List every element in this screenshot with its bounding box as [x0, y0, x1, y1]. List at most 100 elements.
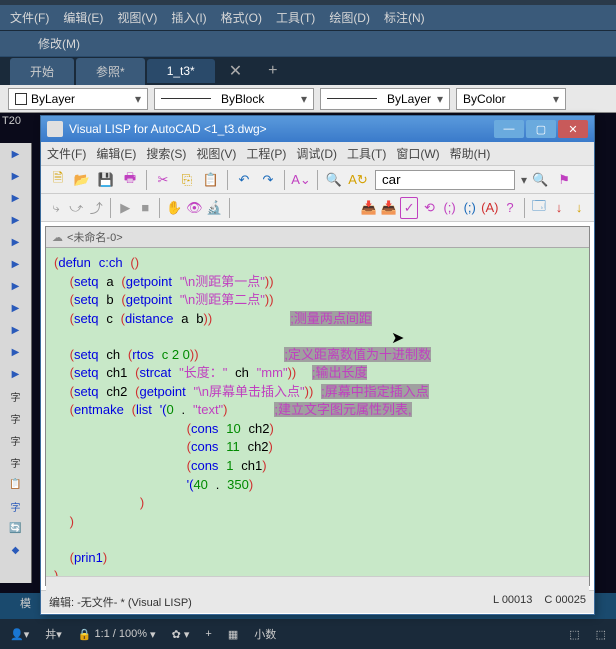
- acad-icon[interactable]: 🗔: [530, 197, 548, 219]
- help-icon[interactable]: ?: [501, 197, 519, 219]
- menu-insert[interactable]: 插入(I): [171, 9, 206, 26]
- watch-icon[interactable]: 👁: [185, 197, 203, 219]
- menu-view[interactable]: 视图(V): [117, 9, 157, 26]
- tab-add[interactable]: +: [256, 62, 289, 80]
- menu-dim[interactable]: 标注(N): [384, 9, 425, 26]
- format-icon[interactable]: ⟲: [420, 197, 438, 219]
- step-in-icon[interactable]: ⤷: [47, 197, 65, 219]
- menu-draw[interactable]: 绘图(D): [329, 9, 370, 26]
- sb-item[interactable]: ▶: [0, 209, 31, 231]
- cut-icon[interactable]: ✂: [152, 169, 174, 191]
- check-icon[interactable]: ✓: [400, 197, 418, 219]
- scale-status[interactable]: 🔒 1:1 / 100% ▾: [74, 626, 160, 643]
- copy-icon[interactable]: ⎘: [176, 169, 198, 191]
- vmenu-search[interactable]: 搜索(S): [146, 145, 186, 162]
- sb-item[interactable]: ▶: [0, 297, 31, 319]
- find-again-icon[interactable]: 🔍: [529, 169, 551, 191]
- paste-icon[interactable]: 📋: [200, 169, 222, 191]
- vmenu-project[interactable]: 工程(P): [246, 145, 286, 162]
- sb-item[interactable]: ▶: [0, 275, 31, 297]
- print-icon[interactable]: 🖶: [119, 169, 141, 191]
- comment-icon[interactable]: (;): [441, 197, 459, 219]
- add-icon[interactable]: +: [201, 626, 215, 642]
- status-icon[interactable]: ⬚: [565, 626, 583, 643]
- grid-icon[interactable]: ▦: [224, 626, 242, 643]
- color-box[interactable]: ByColor ▾: [456, 88, 566, 110]
- linetype-box[interactable]: ByBlock ▾: [154, 88, 314, 110]
- t20-label: T20: [2, 115, 21, 127]
- h-scrollbar[interactable]: [46, 576, 589, 592]
- sb-item[interactable]: ▶: [0, 143, 31, 165]
- step-out-icon[interactable]: ⤴: [87, 197, 105, 219]
- vmenu-tools[interactable]: 工具(T): [347, 145, 386, 162]
- undo-icon[interactable]: ↶: [233, 169, 255, 191]
- close-button[interactable]: ✕: [558, 120, 588, 138]
- load-icon[interactable]: 📥: [360, 197, 378, 219]
- mode-status[interactable]: 小数: [250, 624, 280, 644]
- lineweight-box[interactable]: ByLayer ▾: [320, 88, 450, 110]
- redo-icon[interactable]: ↷: [257, 169, 279, 191]
- osmode-icon[interactable]: 丼▾: [41, 624, 66, 644]
- complete-icon[interactable]: A⌄: [290, 169, 312, 191]
- sb-item[interactable]: 字: [0, 495, 31, 517]
- bp-icon[interactable]: ✋: [165, 197, 183, 219]
- vmenu-help[interactable]: 帮助(H): [450, 145, 491, 162]
- sb-item[interactable]: 字: [0, 407, 31, 429]
- vmenu-debug[interactable]: 调试(D): [296, 145, 337, 162]
- tab-new[interactable]: ✕: [217, 61, 254, 81]
- save-icon[interactable]: 💾: [95, 169, 117, 191]
- sb-item[interactable]: ◆: [0, 539, 31, 561]
- minimize-button[interactable]: —: [494, 120, 524, 138]
- sb-item[interactable]: ▶: [0, 187, 31, 209]
- sb-item[interactable]: ▶: [0, 341, 31, 363]
- quit-icon[interactable]: ■: [136, 197, 154, 219]
- gear-icon[interactable]: ✿ ▾: [168, 626, 194, 643]
- open-icon[interactable]: 📂: [71, 169, 93, 191]
- search-input[interactable]: [375, 170, 515, 190]
- menu-format[interactable]: 格式(O): [221, 9, 262, 26]
- layer-box[interactable]: ByLayer ▾: [8, 88, 148, 110]
- vlisp-titlebar[interactable]: Visual LISP for AutoCAD <1_t3.dwg> — ▢ ✕: [41, 116, 594, 142]
- uncomment-icon[interactable]: (;): [461, 197, 479, 219]
- tab-start[interactable]: 开始: [10, 58, 74, 85]
- vlisp-title: Visual LISP for AutoCAD <1_t3.dwg>: [69, 122, 492, 136]
- maximize-button[interactable]: ▢: [526, 120, 556, 138]
- vmenu-file[interactable]: 文件(F): [47, 145, 86, 162]
- sb-item[interactable]: 📋: [0, 473, 31, 495]
- menu-edit[interactable]: 编辑(E): [63, 9, 103, 26]
- vmenu-edit[interactable]: 编辑(E): [96, 145, 136, 162]
- sb-item[interactable]: 字: [0, 385, 31, 407]
- menu-file[interactable]: 文件(F): [10, 9, 49, 26]
- sb-item[interactable]: ▶: [0, 363, 31, 385]
- menu-modify[interactable]: 修改(M): [38, 37, 80, 51]
- find-icon[interactable]: 🔍: [323, 169, 345, 191]
- layer-name: ByLayer: [31, 92, 75, 106]
- tab-1t3[interactable]: 1_t3*: [147, 59, 215, 83]
- vmenu-window[interactable]: 窗口(W): [396, 145, 439, 162]
- tab-ref[interactable]: 参照*: [76, 58, 145, 85]
- continue-icon[interactable]: ▶: [116, 197, 134, 219]
- new-icon[interactable]: 🗎: [47, 169, 69, 191]
- sb-item[interactable]: ▶: [0, 165, 31, 187]
- sb-item[interactable]: 🔄: [0, 517, 31, 539]
- menu-tools[interactable]: 工具(T): [276, 9, 315, 26]
- layout-tab[interactable]: 模: [8, 593, 43, 619]
- down1-icon[interactable]: ↓: [550, 197, 568, 219]
- paren-icon[interactable]: (A): [481, 197, 499, 219]
- inspect-icon[interactable]: 🔬: [205, 197, 223, 219]
- sb-item[interactable]: ▶: [0, 231, 31, 253]
- load-sel-icon[interactable]: 📥: [380, 197, 398, 219]
- down2-icon[interactable]: ↓: [570, 197, 588, 219]
- code-editor[interactable]: (defun c:ch () (setq a (getpoint "\n测距第一…: [46, 248, 589, 576]
- vmenu-view[interactable]: 视图(V): [196, 145, 236, 162]
- sb-item[interactable]: 字: [0, 451, 31, 473]
- sb-item[interactable]: ▶: [0, 319, 31, 341]
- step-over-icon[interactable]: ⤻: [67, 197, 85, 219]
- bookmark-icon[interactable]: ⚑: [553, 169, 575, 191]
- acad-statusbar: 👤▾ 丼▾ 🔒 1:1 / 100% ▾ ✿ ▾ + ▦ 小数 ⬚ ⬚: [0, 619, 616, 649]
- sb-item[interactable]: ▶: [0, 253, 31, 275]
- sb-item[interactable]: 字: [0, 429, 31, 451]
- status-icon[interactable]: ⬚: [592, 626, 610, 643]
- replace-icon[interactable]: A↻: [347, 169, 369, 191]
- person-icon[interactable]: 👤▾: [6, 626, 33, 643]
